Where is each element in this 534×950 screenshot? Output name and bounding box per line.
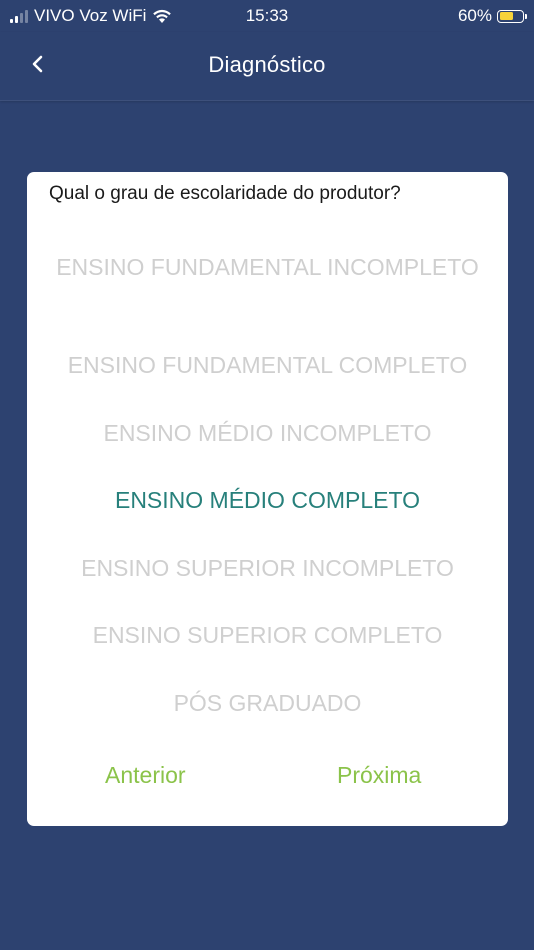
option-superior-completo[interactable]: ENSINO SUPERIOR COMPLETO <box>41 620 494 650</box>
option-medio-incompleto[interactable]: ENSINO MÉDIO INCOMPLETO <box>41 418 494 448</box>
option-superior-incompleto[interactable]: ENSINO SUPERIOR INCOMPLETO <box>41 553 494 583</box>
battery-level-fill <box>499 12 513 20</box>
question-dialog: Qual o grau de escolaridade do produtor?… <box>27 172 508 826</box>
option-pos-graduado[interactable]: PÓS GRADUADO <box>41 688 494 718</box>
clock: 15:33 <box>245 6 289 25</box>
next-button[interactable]: Próxima <box>337 762 421 789</box>
option-fundamental-incompleto[interactable]: ENSINO FUNDAMENTAL INCOMPLETO <box>41 252 494 282</box>
navigation-bar: Diagnóstico <box>0 32 534 101</box>
battery-percent: 60% <box>457 6 492 25</box>
question-text: Qual o grau de escolaridade do produtor? <box>49 183 401 204</box>
status-bar: VIVO Voz WiFi 15:33 60% <box>0 0 534 32</box>
option-fundamental-completo[interactable]: ENSINO FUNDAMENTAL COMPLETO <box>41 350 494 380</box>
page-title: Diagnóstico <box>208 52 326 77</box>
previous-button[interactable]: Anterior <box>105 762 186 789</box>
battery-icon <box>497 9 527 23</box>
status-right: 60% <box>457 6 527 26</box>
option-medio-completo[interactable]: ENSINO MÉDIO COMPLETO <box>41 485 494 515</box>
